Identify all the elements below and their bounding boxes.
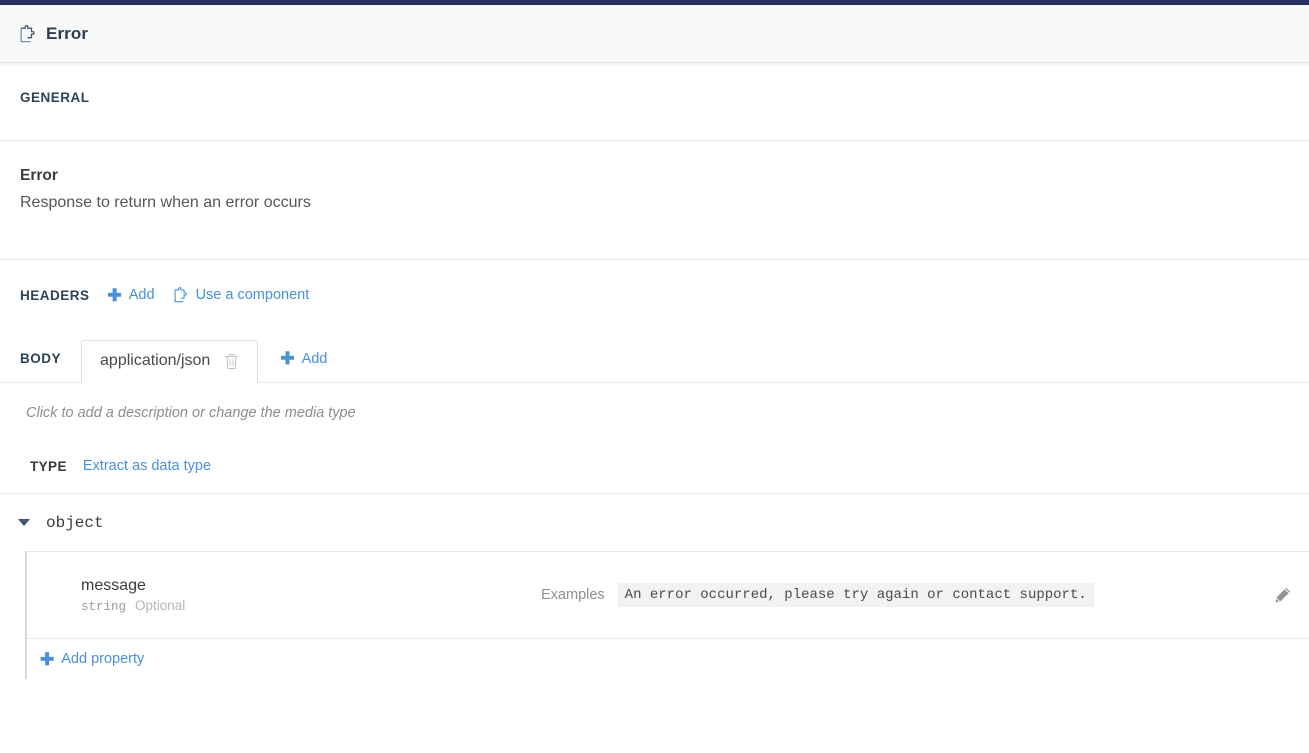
example-value-chip[interactable]: An error occurred, please try again or c… [617,583,1094,607]
extract-as-data-type-button[interactable]: Extract as data type [83,458,211,474]
general-section-body: Error Response to return when an error o… [0,141,1309,259]
schema-root-type: object [46,513,104,532]
add-property-button[interactable]: ✚ Add property [40,651,144,668]
add-header-button[interactable]: ✚ Add [108,287,155,304]
table-row[interactable]: message string Optional Examples An erro… [26,552,1309,638]
property-examples: Examples An error occurred, please try a… [541,583,1269,607]
component-icon [173,286,189,304]
type-label: TYPE [30,458,67,474]
media-type-description-row: Click to add a description or change the… [0,383,1309,439]
add-body-media-type-button[interactable]: ✚ Add [280,350,327,382]
plus-icon: ✚ [280,349,295,368]
plus-icon: ✚ [107,285,122,305]
plus-icon: ✚ [40,649,55,669]
response-name: Error [20,167,58,184]
add-property-row: ✚ Add property [26,639,1309,679]
use-a-component-button[interactable]: Use a component [173,286,310,304]
body-label: BODY [20,351,62,366]
property-type: string [81,599,127,614]
property-info: message string Optional [81,577,541,614]
trash-icon[interactable] [224,353,239,370]
response-description[interactable]: Response to return when an error occurs [20,191,1289,215]
property-required-flag: Optional [135,597,186,613]
property-name: message [81,576,146,594]
add-header-label: Add [128,287,155,303]
general-section-header: GENERAL [0,63,1309,140]
examples-label: Examples [541,587,605,603]
schema-property-tree: message string Optional Examples An erro… [0,551,1309,679]
tab-application-json[interactable]: application/json [81,340,259,383]
media-description-placeholder[interactable]: Click to add a description or change the… [26,405,356,421]
schema-root-row[interactable]: object [0,494,1309,551]
page-title: Error [46,23,89,43]
body-section: BODY application/json ✚ Add [0,330,1309,383]
general-label: GENERAL [20,90,90,105]
page-header: Error [0,5,1309,63]
use-a-component-label: Use a component [195,287,310,303]
property-meta: string Optional [81,598,541,614]
type-section-header: TYPE Extract as data type [0,439,1309,493]
add-property-label: Add property [61,651,145,667]
chevron-down-icon[interactable] [18,519,30,526]
pencil-icon[interactable] [1269,582,1295,608]
headers-section: HEADERS ✚ Add Use a component [0,260,1309,330]
extract-as-data-type-label: Extract as data type [82,458,212,474]
component-icon [20,24,36,43]
tab-label: application/json [100,352,211,369]
headers-label: HEADERS [20,287,90,303]
add-body-label: Add [301,350,328,367]
